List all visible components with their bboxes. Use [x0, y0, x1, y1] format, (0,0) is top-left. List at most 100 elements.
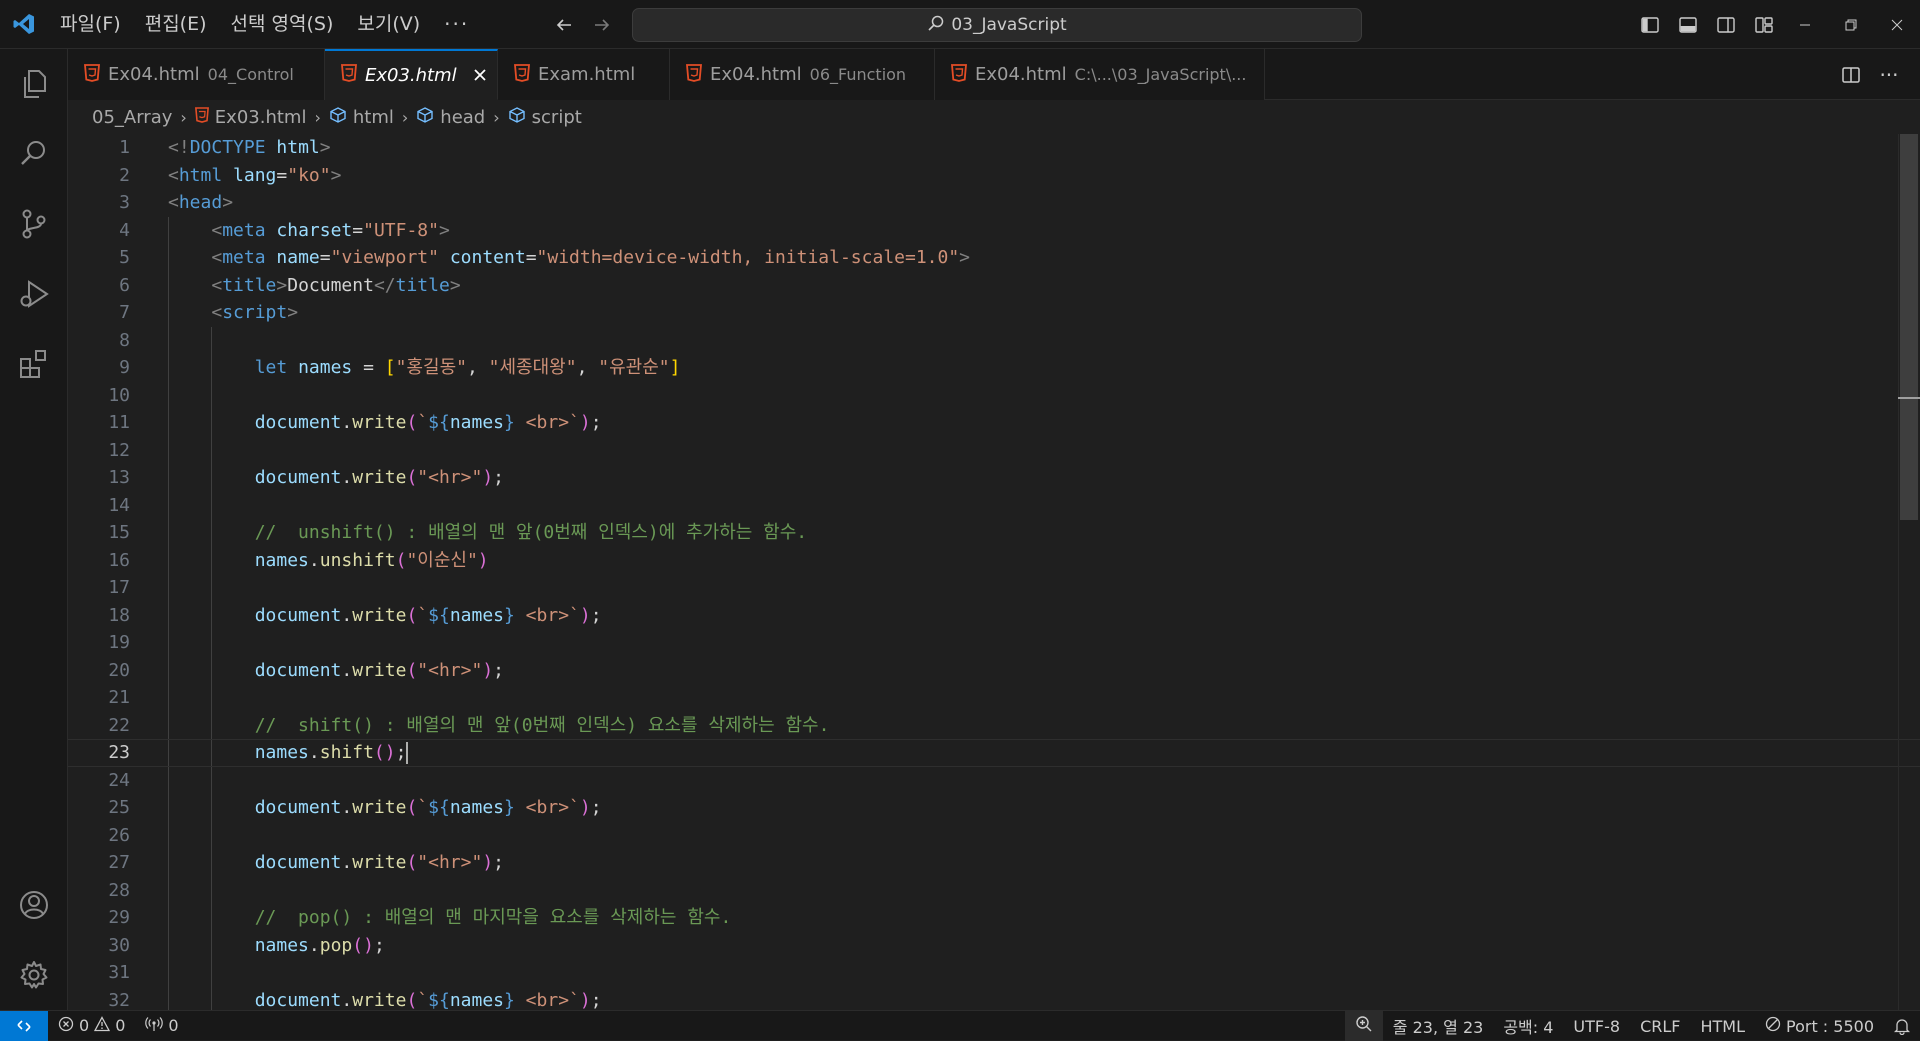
- indent-guide: [168, 766, 169, 794]
- code-line[interactable]: 6 <title>Document</title>: [68, 271, 1920, 300]
- code-line[interactable]: 31: [68, 959, 1920, 987]
- code-token: <: [211, 274, 223, 296]
- menu-selection[interactable]: 선택 영역(S): [219, 8, 346, 40]
- vertical-scrollbar[interactable]: [1898, 134, 1920, 1010]
- live-server-port[interactable]: Port : 5500: [1755, 1011, 1884, 1041]
- code-line[interactable]: 21: [68, 684, 1920, 712]
- code-line[interactable]: 9 let names = ["홍길동", "세종대왕", "유관순"]: [68, 354, 1920, 382]
- settings-gear-icon[interactable]: [0, 940, 68, 1010]
- code-line[interactable]: 24: [68, 766, 1920, 794]
- toggle-panel-icon[interactable]: [1672, 10, 1704, 40]
- breadcrumb-symbol-script[interactable]: script: [508, 106, 582, 129]
- menu-edit[interactable]: 편집(E): [133, 8, 219, 40]
- code-token: lang: [233, 164, 277, 186]
- code-line[interactable]: 13 document.write("<hr>");: [68, 464, 1920, 492]
- source-control-icon[interactable]: [0, 189, 68, 259]
- extensions-icon[interactable]: [0, 329, 68, 399]
- code-text: <title>Document</title>: [168, 272, 460, 300]
- close-tab-icon[interactable]: [473, 63, 487, 87]
- line-number: 18: [108, 604, 130, 626]
- customize-layout-icon[interactable]: [1748, 10, 1780, 40]
- close-window-icon[interactable]: [1874, 0, 1920, 49]
- problems-indicator[interactable]: 0 0: [48, 1011, 135, 1041]
- code-editor[interactable]: 1 <!DOCTYPE html> 2 <html lang="ko"> 3 <head>…: [68, 134, 1920, 1010]
- code-line[interactable]: 19: [68, 629, 1920, 657]
- code-line[interactable]: 14: [68, 491, 1920, 519]
- code-line[interactable]: 27 document.write("<hr>");: [68, 849, 1920, 877]
- code-line[interactable]: 25 document.write(`${names} <br>`);: [68, 794, 1920, 822]
- code-line[interactable]: 4 <meta charset="UTF-8">: [68, 216, 1920, 244]
- indent-guide: [168, 436, 169, 464]
- code-line[interactable]: 5 <meta name="viewport" content="width=d…: [68, 244, 1920, 272]
- breadcrumb-symbol-head[interactable]: head: [416, 106, 485, 129]
- cursor-position[interactable]: 줄 23, 열 23: [1383, 1011, 1494, 1041]
- back-arrow-icon[interactable]: [548, 10, 580, 40]
- code-line[interactable]: 1 <!DOCTYPE html>: [68, 134, 1920, 162]
- menu-file[interactable]: 파일(F): [48, 8, 133, 40]
- scrollbar-thumb[interactable]: [1900, 134, 1918, 520]
- code-text: document.write("<hr>");: [168, 849, 504, 877]
- ports-indicator[interactable]: 0: [135, 1011, 188, 1041]
- code-line[interactable]: 15 // unshift() : 배열의 맨 앞(0번째 인덱스)에 추가하는…: [68, 519, 1920, 547]
- language-mode[interactable]: HTML: [1690, 1011, 1755, 1041]
- end-of-line[interactable]: CRLF: [1630, 1011, 1690, 1041]
- code-line[interactable]: 32 document.write(`${names} <br>`);: [68, 986, 1920, 1010]
- code-line[interactable]: 12: [68, 436, 1920, 464]
- code-line[interactable]: 3 <head>: [68, 189, 1920, 217]
- menu-more-button[interactable]: ···: [432, 12, 481, 36]
- run-debug-icon[interactable]: [0, 259, 68, 329]
- line-number: 8: [119, 329, 130, 351]
- tab-ex04-function[interactable]: Ex04.html 06_Function: [670, 49, 935, 100]
- vscode-logo-icon: [0, 0, 48, 49]
- search-icon: [927, 14, 945, 37]
- code-token: <: [168, 192, 179, 213]
- tab-exam[interactable]: Exam.html: [498, 49, 670, 100]
- code-line[interactable]: 7 <script>: [68, 299, 1920, 327]
- accounts-icon[interactable]: [0, 870, 68, 940]
- forward-arrow-icon[interactable]: [586, 10, 618, 40]
- remote-indicator-icon[interactable]: [0, 1010, 48, 1041]
- encoding[interactable]: UTF-8: [1563, 1011, 1630, 1041]
- code-line[interactable]: 10: [68, 381, 1920, 409]
- code-line[interactable]: 18 document.write(`${names} <br>`);: [68, 601, 1920, 629]
- breadcrumb-folder[interactable]: 05_Array: [92, 107, 172, 128]
- breadcrumb-file[interactable]: Ex03.html: [194, 107, 306, 128]
- code-token: meta: [222, 247, 266, 268]
- breadcrumb-symbol-html[interactable]: html: [329, 106, 394, 129]
- code-line[interactable]: 17: [68, 574, 1920, 602]
- menu-view[interactable]: 보기(V): [345, 8, 432, 40]
- command-center-search[interactable]: 03_JavaScript: [632, 8, 1362, 42]
- more-actions-button[interactable]: ···: [1872, 58, 1906, 92]
- explorer-icon[interactable]: [0, 49, 68, 119]
- tab-ex04-path[interactable]: Ex04.html C:\...\03_JavaScript\...: [935, 49, 1265, 100]
- code-token: "유관순": [598, 357, 670, 378]
- tab-ex04-control[interactable]: Ex04.html 04_Control: [68, 49, 325, 100]
- code-line[interactable]: 2 <html lang="ko">: [68, 162, 1920, 190]
- notifications-bell-icon[interactable]: [1884, 1011, 1920, 1041]
- code-token: `: [417, 797, 429, 818]
- restore-icon[interactable]: [1828, 0, 1874, 49]
- code-line[interactable]: 28: [68, 876, 1920, 904]
- code-line[interactable]: 16 names.unshift("이순신"): [68, 546, 1920, 574]
- search-sidebar-icon[interactable]: [0, 119, 68, 189]
- code-line[interactable]: 26: [68, 821, 1920, 849]
- code-token: pop: [319, 934, 353, 956]
- toggle-primary-sidebar-icon[interactable]: [1634, 10, 1666, 40]
- code-line[interactable]: 20 document.write("<hr>");: [68, 656, 1920, 684]
- indentation[interactable]: 공백: 4: [1493, 1011, 1563, 1041]
- tab-label: Ex03.html: [365, 64, 457, 86]
- split-editor-icon[interactable]: [1834, 58, 1868, 92]
- zoom-indicator[interactable]: [1344, 1011, 1383, 1041]
- tab-ex03-active[interactable]: Ex03.html: [325, 49, 498, 100]
- code-line[interactable]: 8: [68, 326, 1920, 354]
- code-line[interactable]: 29 // pop() : 배열의 맨 마지막을 요소를 삭제하는 함수.: [68, 904, 1920, 932]
- toggle-secondary-sidebar-icon[interactable]: [1710, 10, 1742, 40]
- code-line[interactable]: 11 document.write(`${names} <br>`);: [68, 409, 1920, 437]
- code-line[interactable]: 23 names.shift();: [68, 739, 1920, 767]
- code-line[interactable]: 22 // shift() : 배열의 맨 앞(0번째 인덱스) 요소를 삭제하…: [68, 711, 1920, 739]
- code-text: document.write("<hr>");: [168, 464, 504, 492]
- code-line[interactable]: 30 names.pop();: [68, 931, 1920, 959]
- minimize-icon[interactable]: [1782, 0, 1828, 49]
- code-token: ;: [395, 742, 407, 763]
- code-token: =: [352, 219, 364, 241]
